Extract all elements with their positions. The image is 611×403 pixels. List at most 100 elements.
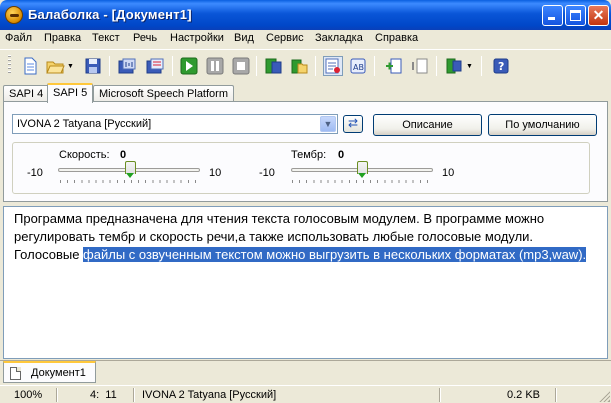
menu-view[interactable]: Вид (234, 32, 254, 44)
pitch-label: Тембр: (291, 149, 327, 161)
clipboard-speak-icon (265, 58, 282, 74)
status-voice: IVONA 2 Tatyana [Русский] (142, 389, 277, 401)
document-tab[interactable]: Документ1 (3, 361, 96, 383)
audio-tools-dropdown-icon[interactable]: ▼ (466, 63, 473, 70)
pause-button[interactable] (205, 56, 225, 76)
split-audio-icon (146, 58, 164, 74)
pitch-max: 10 (442, 167, 455, 179)
toolbar-separator (436, 56, 437, 76)
refresh-voices-button[interactable]: ⇄ (343, 115, 363, 133)
close-icon: ✕ (592, 7, 605, 23)
menu-speech[interactable]: Речь (133, 32, 157, 44)
status-bar: 100% 4: 11 IVONA 2 Tatyana [Русский] 0.2… (0, 385, 611, 403)
audio-tools-button[interactable] (444, 56, 464, 76)
bookmark-add-icon (386, 58, 402, 74)
status-separator (56, 388, 58, 402)
minimize-button[interactable] (542, 5, 563, 26)
document-tab-label: Документ1 (31, 367, 86, 379)
toolbar-grip[interactable] (8, 55, 11, 75)
pitch-value: 0 (338, 149, 345, 161)
save-audio-button[interactable] (117, 56, 137, 76)
save-button[interactable] (83, 56, 103, 76)
menu-edit[interactable]: Правка (44, 32, 81, 44)
maximize-button[interactable] (565, 5, 586, 26)
status-separator (555, 388, 557, 402)
status-separator (439, 388, 441, 402)
pitch-min: -10 (259, 167, 275, 179)
resize-grip[interactable] (598, 390, 610, 402)
chevron-down-icon[interactable]: ▼ (320, 116, 336, 132)
engine-tabs: SAPI 4 SAPI 5 Microsoft Speech Platform (0, 83, 611, 103)
svg-text:AB: AB (353, 63, 364, 72)
rate-label: Скорость: (59, 149, 110, 161)
menu-help[interactable]: Справка (375, 32, 418, 44)
toolbar-separator (481, 56, 482, 76)
pause-icon (206, 57, 224, 75)
new-document-icon (24, 57, 37, 75)
rate-min: -10 (27, 167, 43, 179)
pitch-slider-thumb[interactable] (357, 161, 368, 179)
play-button[interactable] (179, 56, 199, 76)
rate-slider-thumb[interactable] (125, 161, 136, 179)
stop-button[interactable] (231, 56, 251, 76)
svg-text:?: ? (498, 60, 504, 73)
rate-max: 10 (209, 167, 222, 179)
toolbar-separator (109, 56, 110, 76)
open-dropdown-icon[interactable]: ▼ (67, 63, 74, 70)
menu-settings[interactable]: Настройки (170, 32, 224, 44)
read-clipboard-button[interactable] (263, 56, 283, 76)
read-file-button[interactable] (289, 56, 309, 76)
voice-select[interactable]: IVONA 2 Tatyana [Русский] ▼ (12, 114, 338, 134)
menu-text[interactable]: Текст (92, 32, 120, 44)
toolbar-separator (374, 56, 375, 76)
describe-button[interactable]: Описание (373, 114, 482, 136)
bookmark-remove-button[interactable] (410, 56, 430, 76)
open-folder-icon (46, 61, 65, 74)
split-audio-button[interactable] (145, 56, 165, 76)
tab-sapi5[interactable]: SAPI 5 (47, 83, 94, 103)
pitch-slider-ticks (292, 180, 432, 183)
title-bar[interactable]: Балаболка - [Документ1] ✕ (0, 0, 611, 30)
stop-icon (232, 57, 250, 75)
status-file-size: 0.2 KB (507, 389, 541, 401)
open-button[interactable] (45, 56, 65, 76)
audio-tools-icon (446, 58, 462, 74)
document-icon (10, 367, 21, 380)
folder-speak-icon (291, 59, 308, 74)
new-document-button[interactable] (20, 56, 40, 76)
close-button[interactable]: ✕ (588, 5, 609, 26)
menu-bookmark[interactable]: Закладка (315, 32, 363, 44)
menu-file[interactable]: Файл (5, 32, 32, 44)
toolbar-separator (256, 56, 257, 76)
voice-settings-button[interactable]: AB (348, 56, 368, 76)
refresh-icon: ⇄ (347, 116, 359, 130)
text-editor[interactable]: Программа предназначена для чтения текст… (3, 206, 608, 359)
menu-tools[interactable]: Сервис (266, 32, 304, 44)
toolbar-separator (172, 56, 173, 76)
menu-bar: Файл Правка Текст Речь Настройки Вид Сер… (0, 30, 611, 48)
editor-content[interactable]: Программа предназначена для чтения текст… (14, 210, 599, 264)
text-settings-icon (325, 58, 340, 74)
rate-value: 0 (120, 149, 127, 161)
maximize-icon (570, 10, 581, 21)
bookmark-remove-icon (412, 58, 428, 74)
bookmark-add-button[interactable] (384, 56, 404, 76)
editor-text-selection: файлы с озвученным текстом можно выгрузи… (83, 247, 587, 262)
rate-slider-ticks (60, 180, 200, 183)
tab-speech-platform[interactable]: Microsoft Speech Platform (93, 85, 234, 102)
help-button[interactable]: ? (491, 56, 511, 76)
toolbar: ▼ AB ▼ ? (0, 49, 611, 81)
toolbar-separator (315, 56, 316, 76)
save-icon (85, 58, 101, 74)
play-icon (180, 57, 198, 75)
document-tabs: Документ1 (0, 360, 611, 384)
save-audio-icon (118, 58, 136, 74)
text-view-toggle[interactable] (323, 56, 343, 76)
voice-panel: IVONA 2 Tatyana [Русский] ▼ ⇄ Описание П… (3, 101, 608, 202)
tab-sapi4[interactable]: SAPI 4 (3, 85, 50, 102)
default-button[interactable]: По умолчанию (488, 114, 597, 136)
voice-parameters-group: Скорость: 0 -10 10 Тембр: 0 -10 10 (12, 142, 590, 194)
balabolka-app-icon[interactable] (5, 6, 23, 24)
status-separator (133, 388, 135, 402)
status-cursor-position: 4: 11 (90, 389, 117, 401)
